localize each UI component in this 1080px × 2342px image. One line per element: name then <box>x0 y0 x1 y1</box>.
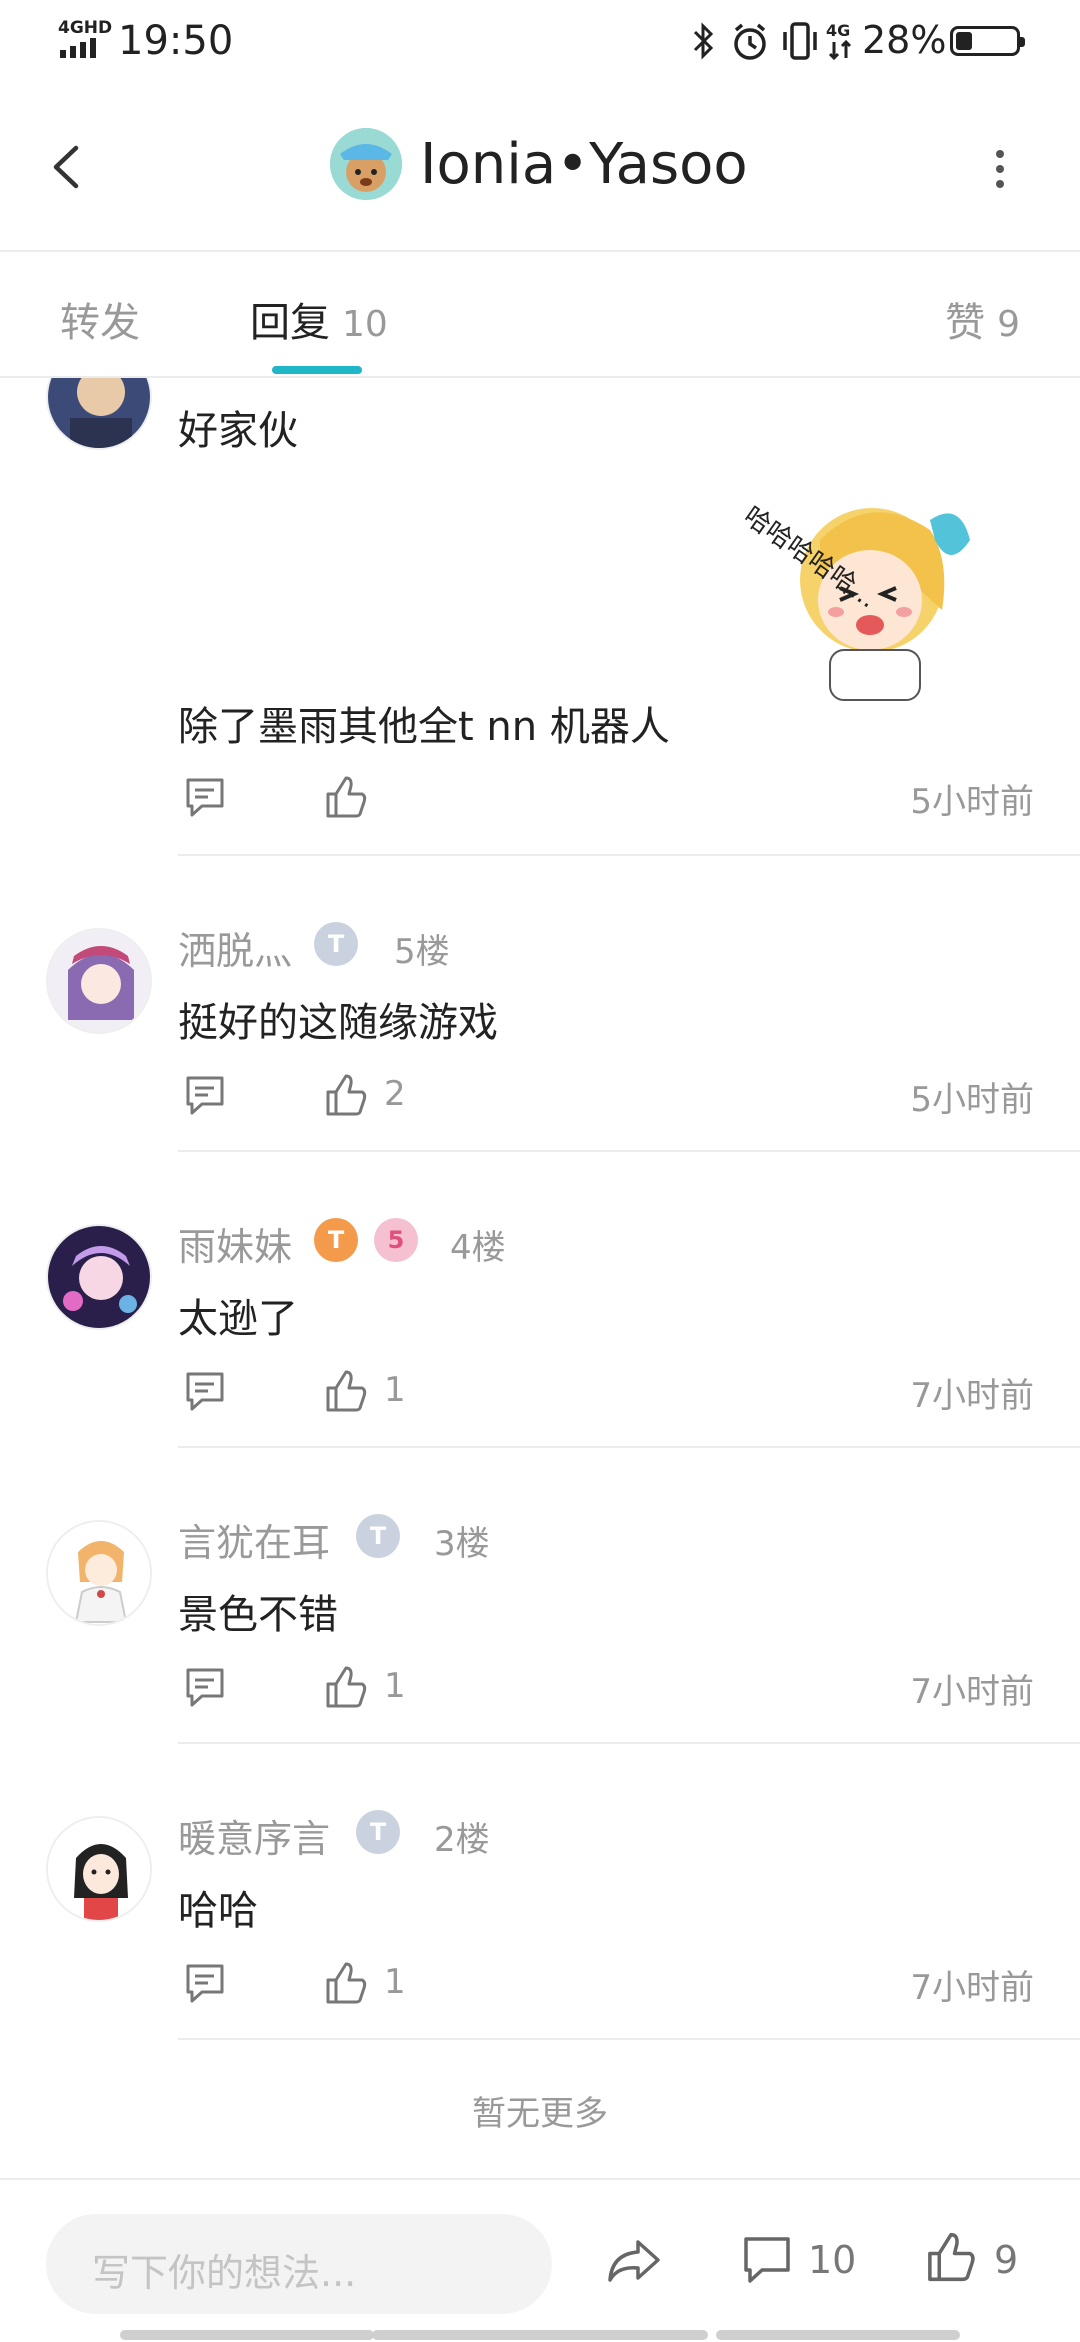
svg-text:4G: 4G <box>826 21 850 40</box>
page-avatar[interactable] <box>330 128 402 200</box>
status-bar: 4GHD 19:50 4G 28% <box>0 0 1080 84</box>
comment-text: 好家伙 <box>178 408 298 454</box>
tab-forward[interactable]: 转发 <box>60 290 140 348</box>
comment-time: 7小时前 <box>910 1376 1034 1416</box>
comment-list[interactable]: 好家伙 哈哈哈哈哈... 除了墨雨其他全t nn 机器人 5小时前 洒脱灬 T … <box>0 378 1080 2176</box>
clock: 19:50 <box>118 18 234 64</box>
avatar[interactable] <box>46 928 152 1034</box>
nav-indicator <box>120 2330 374 2340</box>
comment-text: 景色不错 <box>178 1592 338 1638</box>
comment-text: 挺好的这随缘游戏 <box>178 1000 498 1046</box>
active-tab-indicator <box>272 366 362 374</box>
like-count: 2 <box>384 1074 406 1114</box>
header: Ionia•Yasoo <box>0 84 1080 252</box>
reply-icon[interactable] <box>182 1962 228 2006</box>
sticker-image[interactable]: 哈哈哈哈哈... <box>720 480 980 720</box>
comment-input-placeholder: 写下你的想法... <box>92 2251 357 2295</box>
comment-count: 10 <box>808 2238 857 2282</box>
like-icon[interactable] <box>324 774 368 820</box>
back-button[interactable] <box>44 144 90 190</box>
username[interactable]: 暖意序言 <box>178 1808 330 1863</box>
alarm-icon <box>734 23 766 60</box>
floor-number: 2楼 <box>434 1820 490 1860</box>
reply-icon[interactable] <box>182 1666 228 1710</box>
avatar[interactable] <box>46 1816 152 1922</box>
username[interactable]: 洒脱灬 <box>178 920 292 975</box>
divider <box>178 1150 1080 1152</box>
level-badge-icon: T <box>314 922 358 966</box>
nav-indicator <box>716 2330 960 2340</box>
floor-number: 3楼 <box>434 1524 490 1564</box>
more-options-button[interactable] <box>985 144 1015 194</box>
share-button[interactable] <box>604 2236 664 2286</box>
network-type: 4GHD <box>58 18 113 38</box>
divider <box>178 2038 1080 2040</box>
comment-time: 5小时前 <box>910 782 1034 822</box>
data-4g-icon: 4G <box>826 21 852 61</box>
comment-icon[interactable] <box>740 2234 794 2286</box>
battery-icon <box>950 26 1025 56</box>
bluetooth-icon <box>693 22 714 60</box>
page-title: Ionia•Yasoo <box>420 132 748 197</box>
reply-icon[interactable] <box>182 776 228 820</box>
like-count: 1 <box>384 1370 406 1410</box>
tab-bar: 转发 回复 10 赞9 <box>0 252 1080 378</box>
avatar[interactable] <box>46 1224 152 1330</box>
comment-text: 哈哈 <box>178 1888 258 1934</box>
divider <box>178 854 1080 856</box>
nav-indicator <box>372 2330 708 2340</box>
comment-time: 7小时前 <box>910 1968 1034 2008</box>
comment-time: 7小时前 <box>910 1672 1034 1712</box>
floor-number: 5楼 <box>394 932 450 972</box>
like-icon[interactable] <box>324 1664 368 1710</box>
tab-like[interactable]: 赞9 <box>945 290 1020 348</box>
battery-percent: 28% <box>862 18 947 62</box>
like-icon[interactable] <box>324 1072 368 1118</box>
like-button[interactable] <box>924 2230 978 2284</box>
level-badge-icon: T <box>356 1514 400 1558</box>
bottom-bar: 写下你的想法... 10 9 <box>0 2178 1080 2342</box>
floor-number: 4楼 <box>450 1228 506 1268</box>
tab-like-count: 9 <box>997 304 1020 345</box>
username[interactable]: 言犹在耳 <box>178 1512 330 1567</box>
username[interactable]: 雨妹妹 <box>178 1216 292 1271</box>
vibrate-icon <box>783 22 817 60</box>
like-count: 9 <box>994 2238 1019 2282</box>
comment-input[interactable]: 写下你的想法... <box>46 2214 552 2314</box>
comment-time: 5小时前 <box>910 1080 1034 1120</box>
reply-icon[interactable] <box>182 1074 228 1118</box>
comment-text: 太逊了 <box>178 1296 298 1342</box>
fan-badge-icon: 5 <box>374 1218 418 1262</box>
divider <box>178 1446 1080 1448</box>
signal-icon <box>60 38 96 58</box>
no-more-label: 暂无更多 <box>472 2094 608 2134</box>
like-count: 1 <box>384 1666 406 1706</box>
like-icon[interactable] <box>324 1960 368 2006</box>
divider <box>178 1742 1080 1744</box>
level-badge-icon: T <box>356 1810 400 1854</box>
like-icon[interactable] <box>324 1368 368 1414</box>
tab-reply[interactable]: 回复 10 <box>250 290 388 348</box>
comment-text: 除了墨雨其他全t nn 机器人 <box>178 704 670 750</box>
like-count: 1 <box>384 1962 406 2002</box>
tab-like-label: 赞 <box>945 300 986 346</box>
level-badge-icon: T <box>314 1218 358 1262</box>
avatar[interactable] <box>46 378 152 450</box>
tab-reply-label: 回复 <box>250 300 330 346</box>
avatar[interactable] <box>46 1520 152 1626</box>
tab-forward-label: 转发 <box>60 300 140 346</box>
reply-icon[interactable] <box>182 1370 228 1414</box>
tab-reply-count: 10 <box>342 304 388 345</box>
